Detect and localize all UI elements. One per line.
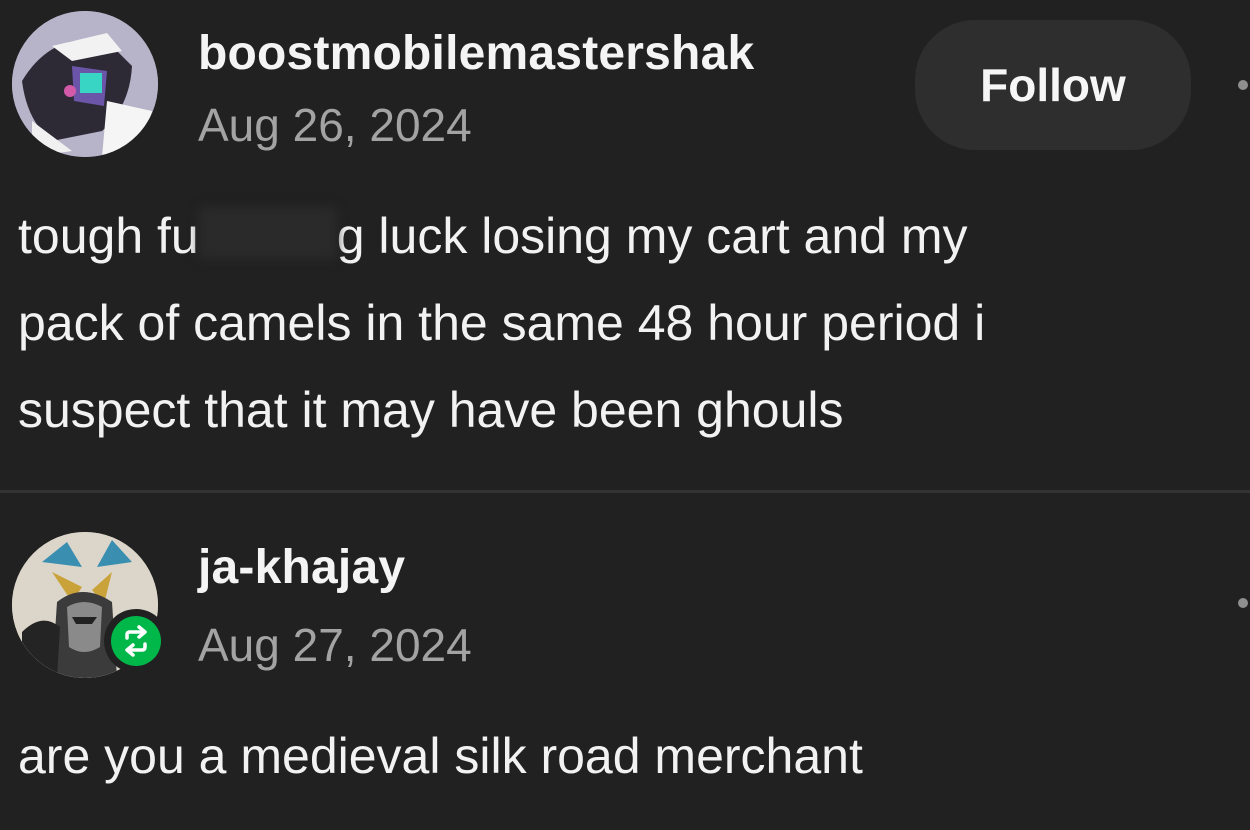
post-body-line-1-start: tough fu bbox=[18, 208, 199, 264]
follow-button[interactable]: Follow bbox=[915, 20, 1191, 150]
avatar-robot-image bbox=[12, 11, 158, 157]
more-options-icon[interactable] bbox=[1238, 80, 1248, 90]
more-options-icon[interactable] bbox=[1238, 598, 1248, 608]
post-original: boostmobilemastershak Aug 26, 2024 Follo… bbox=[0, 0, 1250, 490]
post-body-line-2: pack of camels in the same 48 hour perio… bbox=[18, 295, 986, 351]
post-date: Aug 26, 2024 bbox=[198, 99, 472, 151]
reblog-badge bbox=[104, 609, 168, 673]
post-reply: ja-khajay Aug 27, 2024 are you a medieva… bbox=[0, 493, 1250, 830]
post-username[interactable]: ja-khajay bbox=[198, 540, 405, 595]
post-body-line-1: are you a medieval silk road merchant bbox=[18, 728, 863, 784]
post-username[interactable]: boostmobilemastershak bbox=[198, 26, 754, 81]
post-body-line-1-end: g luck losing my cart and my bbox=[336, 208, 968, 264]
post-body-line-3: suspect that it may have been ghouls bbox=[18, 382, 844, 438]
post-body: tough fu g luck losing my cart and my pac… bbox=[18, 193, 985, 454]
post-date: Aug 27, 2024 bbox=[198, 619, 472, 671]
post-body: are you a medieval silk road merchant bbox=[18, 713, 863, 800]
post-body-line-1: tough fu g luck losing my cart and my bbox=[18, 193, 985, 280]
censor-blur bbox=[198, 207, 337, 259]
reblog-icon bbox=[111, 616, 161, 666]
avatar-robot-icon[interactable] bbox=[12, 11, 158, 157]
